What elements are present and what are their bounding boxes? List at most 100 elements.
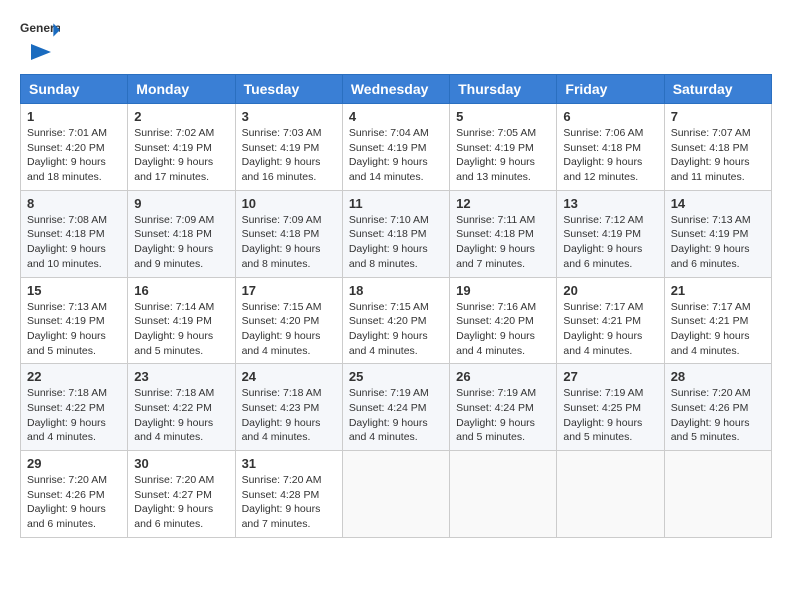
daylight-label: Daylight: 9 hours and 7 minutes. xyxy=(242,503,321,530)
day-number: 18 xyxy=(349,283,443,298)
sunset-label: Sunset: 4:19 PM xyxy=(27,315,105,327)
daylight-label: Daylight: 9 hours and 4 minutes. xyxy=(671,330,750,357)
sunrise-label: Sunrise: 7:13 AM xyxy=(27,301,107,313)
calendar-cell: 10 Sunrise: 7:09 AM Sunset: 4:18 PM Dayl… xyxy=(235,190,342,277)
calendar-header-friday: Friday xyxy=(557,75,664,104)
daylight-label: Daylight: 9 hours and 4 minutes. xyxy=(27,417,106,444)
daylight-label: Daylight: 9 hours and 6 minutes. xyxy=(27,503,106,530)
sunrise-label: Sunrise: 7:07 AM xyxy=(671,127,751,139)
day-number: 28 xyxy=(671,369,765,384)
sunset-label: Sunset: 4:26 PM xyxy=(27,489,105,501)
calendar-cell: 13 Sunrise: 7:12 AM Sunset: 4:19 PM Dayl… xyxy=(557,190,664,277)
day-number: 2 xyxy=(134,109,228,124)
sunset-label: Sunset: 4:28 PM xyxy=(242,489,320,501)
sunrise-label: Sunrise: 7:17 AM xyxy=(563,301,643,313)
day-number: 8 xyxy=(27,196,121,211)
day-number: 4 xyxy=(349,109,443,124)
day-info: Sunrise: 7:01 AM Sunset: 4:20 PM Dayligh… xyxy=(27,126,121,185)
sunset-label: Sunset: 4:20 PM xyxy=(27,142,105,154)
day-number: 27 xyxy=(563,369,657,384)
calendar-header-wednesday: Wednesday xyxy=(342,75,449,104)
sunrise-label: Sunrise: 7:15 AM xyxy=(349,301,429,313)
day-number: 5 xyxy=(456,109,550,124)
sunset-label: Sunset: 4:18 PM xyxy=(671,142,749,154)
sunrise-label: Sunrise: 7:19 AM xyxy=(456,387,536,399)
sunrise-label: Sunrise: 7:06 AM xyxy=(563,127,643,139)
daylight-label: Daylight: 9 hours and 4 minutes. xyxy=(242,330,321,357)
sunset-label: Sunset: 4:27 PM xyxy=(134,489,212,501)
calendar-cell: 3 Sunrise: 7:03 AM Sunset: 4:19 PM Dayli… xyxy=(235,104,342,191)
day-info: Sunrise: 7:20 AM Sunset: 4:26 PM Dayligh… xyxy=(27,473,121,532)
sunset-label: Sunset: 4:18 PM xyxy=(456,228,534,240)
day-number: 21 xyxy=(671,283,765,298)
daylight-label: Daylight: 9 hours and 4 minutes. xyxy=(134,417,213,444)
calendar-cell: 23 Sunrise: 7:18 AM Sunset: 4:22 PM Dayl… xyxy=(128,364,235,451)
calendar-cell xyxy=(557,451,664,538)
day-info: Sunrise: 7:18 AM Sunset: 4:22 PM Dayligh… xyxy=(27,386,121,445)
calendar-header-tuesday: Tuesday xyxy=(235,75,342,104)
calendar-header-thursday: Thursday xyxy=(450,75,557,104)
day-number: 26 xyxy=(456,369,550,384)
sunrise-label: Sunrise: 7:10 AM xyxy=(349,214,429,226)
sunrise-label: Sunrise: 7:04 AM xyxy=(349,127,429,139)
daylight-label: Daylight: 9 hours and 4 minutes. xyxy=(349,417,428,444)
daylight-label: Daylight: 9 hours and 13 minutes. xyxy=(456,156,535,183)
day-number: 19 xyxy=(456,283,550,298)
calendar-cell: 25 Sunrise: 7:19 AM Sunset: 4:24 PM Dayl… xyxy=(342,364,449,451)
sunrise-label: Sunrise: 7:09 AM xyxy=(242,214,322,226)
sunrise-label: Sunrise: 7:19 AM xyxy=(563,387,643,399)
day-info: Sunrise: 7:17 AM Sunset: 4:21 PM Dayligh… xyxy=(671,300,765,359)
calendar-cell: 5 Sunrise: 7:05 AM Sunset: 4:19 PM Dayli… xyxy=(450,104,557,191)
calendar-week-3: 15 Sunrise: 7:13 AM Sunset: 4:19 PM Dayl… xyxy=(21,277,772,364)
day-info: Sunrise: 7:18 AM Sunset: 4:22 PM Dayligh… xyxy=(134,386,228,445)
calendar-cell: 9 Sunrise: 7:09 AM Sunset: 4:18 PM Dayli… xyxy=(128,190,235,277)
sunrise-label: Sunrise: 7:11 AM xyxy=(456,214,535,226)
calendar-header-row: SundayMondayTuesdayWednesdayThursdayFrid… xyxy=(21,75,772,104)
calendar-cell: 8 Sunrise: 7:08 AM Sunset: 4:18 PM Dayli… xyxy=(21,190,128,277)
daylight-label: Daylight: 9 hours and 18 minutes. xyxy=(27,156,106,183)
day-info: Sunrise: 7:13 AM Sunset: 4:19 PM Dayligh… xyxy=(671,213,765,272)
day-number: 9 xyxy=(134,196,228,211)
logo-icon: General xyxy=(20,20,60,40)
daylight-label: Daylight: 9 hours and 10 minutes. xyxy=(27,243,106,270)
day-info: Sunrise: 7:18 AM Sunset: 4:23 PM Dayligh… xyxy=(242,386,336,445)
calendar-cell: 24 Sunrise: 7:18 AM Sunset: 4:23 PM Dayl… xyxy=(235,364,342,451)
sunset-label: Sunset: 4:20 PM xyxy=(349,315,427,327)
calendar-cell xyxy=(342,451,449,538)
day-number: 6 xyxy=(563,109,657,124)
sunrise-label: Sunrise: 7:18 AM xyxy=(242,387,322,399)
day-info: Sunrise: 7:12 AM Sunset: 4:19 PM Dayligh… xyxy=(563,213,657,272)
daylight-label: Daylight: 9 hours and 5 minutes. xyxy=(563,417,642,444)
day-number: 29 xyxy=(27,456,121,471)
day-info: Sunrise: 7:09 AM Sunset: 4:18 PM Dayligh… xyxy=(242,213,336,272)
daylight-label: Daylight: 9 hours and 9 minutes. xyxy=(134,243,213,270)
logo: General xyxy=(20,20,60,64)
sunrise-label: Sunrise: 7:09 AM xyxy=(134,214,214,226)
day-info: Sunrise: 7:20 AM Sunset: 4:27 PM Dayligh… xyxy=(134,473,228,532)
sunrise-label: Sunrise: 7:19 AM xyxy=(349,387,429,399)
calendar-header-monday: Monday xyxy=(128,75,235,104)
day-number: 13 xyxy=(563,196,657,211)
day-info: Sunrise: 7:02 AM Sunset: 4:19 PM Dayligh… xyxy=(134,126,228,185)
sunset-label: Sunset: 4:19 PM xyxy=(456,142,534,154)
sunset-label: Sunset: 4:24 PM xyxy=(349,402,427,414)
daylight-label: Daylight: 9 hours and 5 minutes. xyxy=(134,330,213,357)
calendar-cell: 18 Sunrise: 7:15 AM Sunset: 4:20 PM Dayl… xyxy=(342,277,449,364)
sunrise-label: Sunrise: 7:05 AM xyxy=(456,127,536,139)
calendar-week-5: 29 Sunrise: 7:20 AM Sunset: 4:26 PM Dayl… xyxy=(21,451,772,538)
day-number: 10 xyxy=(242,196,336,211)
calendar-cell: 6 Sunrise: 7:06 AM Sunset: 4:18 PM Dayli… xyxy=(557,104,664,191)
day-number: 24 xyxy=(242,369,336,384)
daylight-label: Daylight: 9 hours and 11 minutes. xyxy=(671,156,750,183)
sunset-label: Sunset: 4:18 PM xyxy=(349,228,427,240)
day-info: Sunrise: 7:10 AM Sunset: 4:18 PM Dayligh… xyxy=(349,213,443,272)
day-info: Sunrise: 7:17 AM Sunset: 4:21 PM Dayligh… xyxy=(563,300,657,359)
day-number: 22 xyxy=(27,369,121,384)
calendar-week-1: 1 Sunrise: 7:01 AM Sunset: 4:20 PM Dayli… xyxy=(21,104,772,191)
daylight-label: Daylight: 9 hours and 12 minutes. xyxy=(563,156,642,183)
daylight-label: Daylight: 9 hours and 6 minutes. xyxy=(134,503,213,530)
day-number: 1 xyxy=(27,109,121,124)
day-number: 23 xyxy=(134,369,228,384)
calendar-cell: 1 Sunrise: 7:01 AM Sunset: 4:20 PM Dayli… xyxy=(21,104,128,191)
sunset-label: Sunset: 4:19 PM xyxy=(134,315,212,327)
